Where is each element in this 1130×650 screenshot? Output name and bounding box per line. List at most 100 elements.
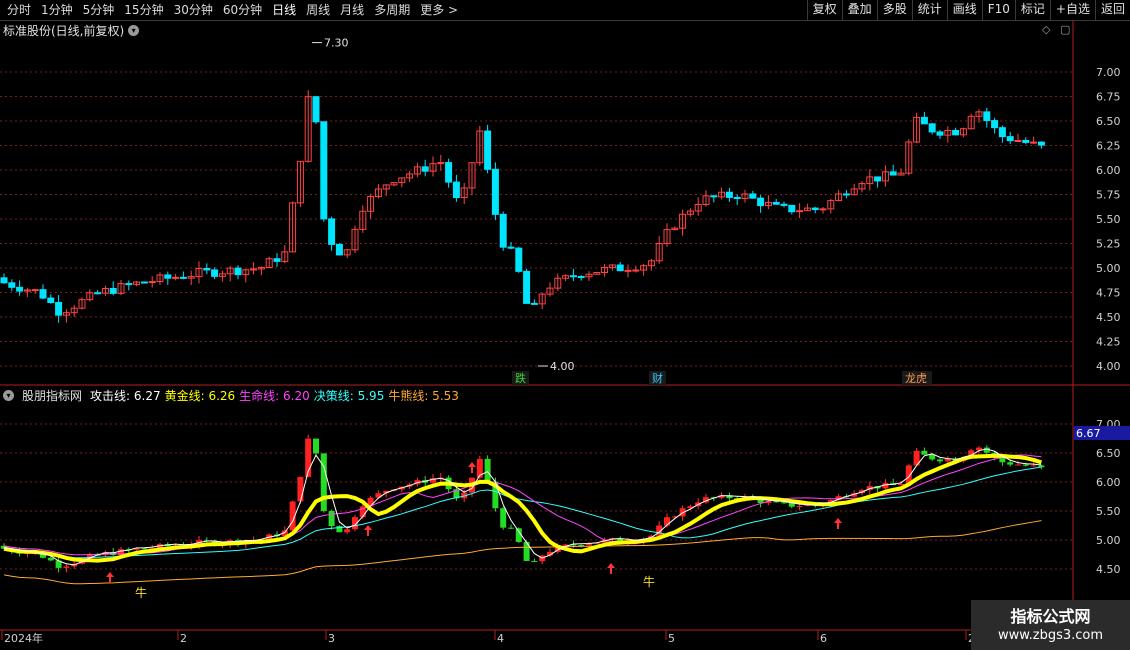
candle-body xyxy=(8,282,16,288)
event-marker-1: 财 xyxy=(652,371,663,385)
current-value-label: 6.67 xyxy=(1076,427,1101,440)
action-button-2[interactable]: 多股 xyxy=(876,0,912,20)
ind-candle-body xyxy=(500,508,507,528)
action-button-0[interactable]: 复权 xyxy=(806,0,842,20)
price-tick-label: 6.75 xyxy=(1096,91,1121,104)
candle-body xyxy=(203,267,211,271)
ind-candle-body xyxy=(1022,464,1029,466)
candle-body xyxy=(179,276,187,279)
period-tab-6[interactable]: 日线 xyxy=(267,0,301,20)
period-tab-8[interactable]: 月线 xyxy=(335,0,369,20)
candle-body xyxy=(55,301,63,316)
period-tab-5[interactable]: 60分钟 xyxy=(218,0,267,20)
price-tick-label: 6.25 xyxy=(1096,140,1121,153)
candle-body xyxy=(273,258,281,262)
candle-body xyxy=(811,207,819,211)
ind-candle-body xyxy=(983,447,990,453)
ind-candle-body xyxy=(921,450,928,455)
candle-body xyxy=(1014,139,1022,142)
candle-body xyxy=(577,275,585,278)
ind-candle-body xyxy=(484,458,491,482)
action-button-5[interactable]: F10 xyxy=(981,0,1015,20)
action-button-4[interactable]: 画线 xyxy=(946,0,982,20)
indicator-tick-label: 5.50 xyxy=(1096,505,1121,518)
candle-body xyxy=(1037,141,1045,146)
action-button-8[interactable]: 返回 xyxy=(1094,0,1130,20)
period-tabs: 分时 1分钟 5分钟 15分钟 30分钟 60分钟 日线 周线 月线 多周期 更多 > xyxy=(2,0,463,20)
period-tab-1[interactable]: 1分钟 xyxy=(36,0,78,20)
candle-body xyxy=(780,203,788,206)
candle-body xyxy=(421,166,429,172)
candle-body xyxy=(936,131,944,136)
period-tab-2[interactable]: 5分钟 xyxy=(78,0,120,20)
candle-body xyxy=(928,123,936,133)
candle-body xyxy=(1022,139,1030,143)
period-tab-4[interactable]: 30分钟 xyxy=(169,0,218,20)
site-watermark: 指标公式网 www.zbgs3.com xyxy=(971,600,1130,650)
ind-candle-body xyxy=(344,529,351,533)
price-tick-label: 5.25 xyxy=(1096,238,1121,251)
candle-body xyxy=(920,116,928,125)
action-button-7[interactable]: +自选 xyxy=(1049,0,1095,20)
candle-body xyxy=(632,269,640,272)
candle-body xyxy=(250,268,258,271)
kline-chart[interactable]: 7.00 6.75 6.50 6.25 6.00 5.75 5.50 5.25 5.00 4.75… xyxy=(0,21,1130,650)
candle-body xyxy=(507,246,515,249)
ind-candle-body xyxy=(664,517,670,526)
candle-body xyxy=(842,193,850,196)
period-tab-9[interactable]: 多周期 xyxy=(369,0,415,20)
ind-candle-body xyxy=(508,527,514,529)
indicator-tick-label: 4.50 xyxy=(1096,563,1121,576)
candle-body xyxy=(1030,141,1038,144)
candle-body xyxy=(16,286,24,292)
action-buttons: 复权 叠加 多股 统计 画线 F10 标记 +自选 返回 xyxy=(806,0,1130,20)
action-button-6[interactable]: 标记 xyxy=(1014,0,1050,20)
date-label: 4 xyxy=(497,632,504,645)
candle-body xyxy=(874,176,882,182)
candle-body xyxy=(31,289,39,292)
candle-body xyxy=(164,274,172,279)
candle-body xyxy=(889,171,897,176)
period-tab-3[interactable]: 15分钟 xyxy=(119,0,168,20)
action-button-3[interactable]: 统计 xyxy=(911,0,947,20)
bull-label: 牛 xyxy=(135,585,147,600)
candle-body xyxy=(335,243,343,256)
ind-candle-body xyxy=(141,548,148,550)
price-tick-label: 6.50 xyxy=(1096,115,1121,128)
period-tab-7[interactable]: 周线 xyxy=(301,0,335,20)
high-price-label: 7.30 xyxy=(324,37,349,50)
period-tab-0[interactable]: 分时 xyxy=(2,0,36,20)
candle-body xyxy=(725,191,733,198)
candle-body xyxy=(624,269,632,272)
indicator-tick-label: 6.00 xyxy=(1096,476,1121,489)
candle-body xyxy=(819,208,827,211)
buy-arrow-icon xyxy=(834,518,842,529)
candle-body xyxy=(172,276,180,279)
candle-body xyxy=(1006,136,1014,142)
ind-candle-body xyxy=(313,438,319,454)
action-button-1[interactable]: 叠加 xyxy=(841,0,877,20)
ind-candle-body xyxy=(297,476,304,502)
ind-candle-body xyxy=(328,510,335,527)
watermark-url: www.zbgs3.com xyxy=(997,628,1104,643)
candle-body xyxy=(499,213,507,248)
ind-candle-body xyxy=(1015,464,1021,466)
candle-body xyxy=(0,277,8,284)
date-label: 5 xyxy=(668,632,675,645)
period-tab-10[interactable]: 更多 > xyxy=(415,0,463,20)
buy-arrow-icon xyxy=(607,563,615,574)
candle-body xyxy=(788,204,796,213)
ind-candle-body xyxy=(796,506,803,508)
ind-candle-body xyxy=(531,560,538,562)
candle-body xyxy=(109,288,117,294)
buy-arrow-icon xyxy=(364,525,372,536)
candle-body xyxy=(772,201,780,205)
date-label: 6 xyxy=(820,632,827,645)
candle-body xyxy=(515,247,523,272)
price-tick-label: 5.50 xyxy=(1096,213,1121,226)
price-tick-label: 4.00 xyxy=(1096,360,1121,373)
event-marker-2: 龙虎 xyxy=(905,372,927,385)
candle-body xyxy=(148,281,156,284)
buy-arrow-icon xyxy=(468,462,476,473)
price-tick-label: 4.50 xyxy=(1096,311,1121,324)
